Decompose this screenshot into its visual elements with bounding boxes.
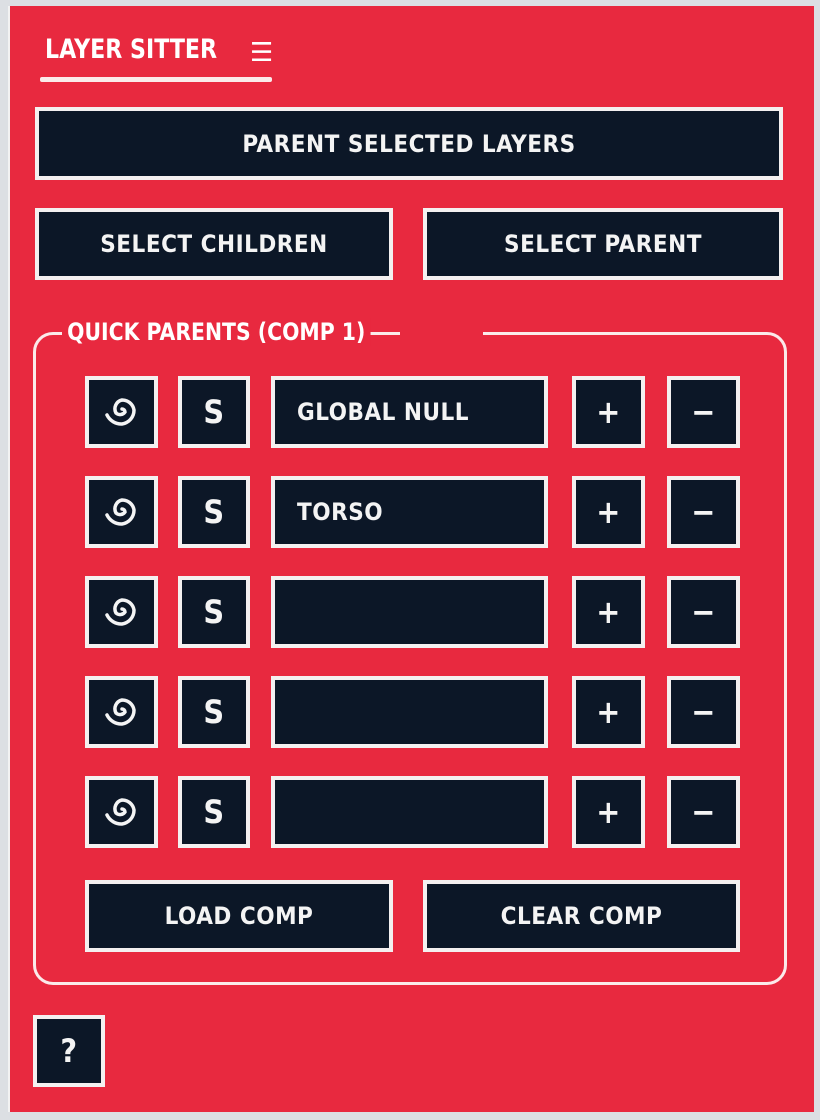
remove-parent-button[interactable]: − — [667, 476, 740, 548]
panel-title: LAYER SITTER — [45, 34, 218, 65]
swirl-icon — [100, 687, 144, 737]
parent-name-field[interactable] — [271, 776, 548, 848]
add-parent-button[interactable]: + — [572, 376, 645, 448]
select-parent-s-button[interactable]: S — [178, 576, 250, 648]
add-parent-button[interactable]: + — [572, 776, 645, 848]
swirl-icon — [100, 587, 144, 637]
select-parent-s-button[interactable]: S — [178, 476, 250, 548]
help-button[interactable]: ? — [33, 1015, 105, 1087]
parent-name-field[interactable]: TORSO — [271, 476, 548, 548]
pick-whip-button[interactable] — [85, 676, 158, 748]
add-parent-button[interactable]: + — [572, 576, 645, 648]
parent-name-field[interactable] — [271, 676, 548, 748]
load-comp-button[interactable]: LOAD COMP — [85, 880, 393, 952]
swirl-icon — [100, 787, 144, 837]
remove-parent-button[interactable]: − — [667, 576, 740, 648]
add-parent-button[interactable]: + — [572, 676, 645, 748]
parent-selected-layers-button[interactable]: PARENT SELECTED LAYERS — [35, 107, 783, 180]
select-parent-s-button[interactable]: S — [178, 376, 250, 448]
clear-comp-button[interactable]: CLEAR COMP — [423, 880, 740, 952]
pick-whip-button[interactable] — [85, 476, 158, 548]
remove-parent-button[interactable]: − — [667, 676, 740, 748]
select-parent-s-button[interactable]: S — [178, 776, 250, 848]
add-parent-button[interactable]: + — [572, 476, 645, 548]
swirl-icon — [100, 487, 144, 537]
parent-name-field[interactable]: GLOBAL NULL — [271, 376, 548, 448]
select-children-button[interactable]: SELECT CHILDREN — [35, 208, 393, 280]
parent-name-field[interactable] — [271, 576, 548, 648]
select-parent-s-button[interactable]: S — [178, 676, 250, 748]
pick-whip-button[interactable] — [85, 776, 158, 848]
pick-whip-button[interactable] — [85, 376, 158, 448]
hamburger-icon[interactable]: ☰ — [250, 38, 273, 68]
title-underline — [40, 77, 272, 82]
quick-parents-legend: QUICK PARENTS (COMP 1) — [62, 318, 371, 346]
remove-parent-button[interactable]: − — [667, 376, 740, 448]
legend-gap — [400, 326, 483, 338]
pick-whip-button[interactable] — [85, 576, 158, 648]
select-parent-button[interactable]: SELECT PARENT — [423, 208, 783, 280]
remove-parent-button[interactable]: − — [667, 776, 740, 848]
swirl-icon — [100, 387, 144, 437]
